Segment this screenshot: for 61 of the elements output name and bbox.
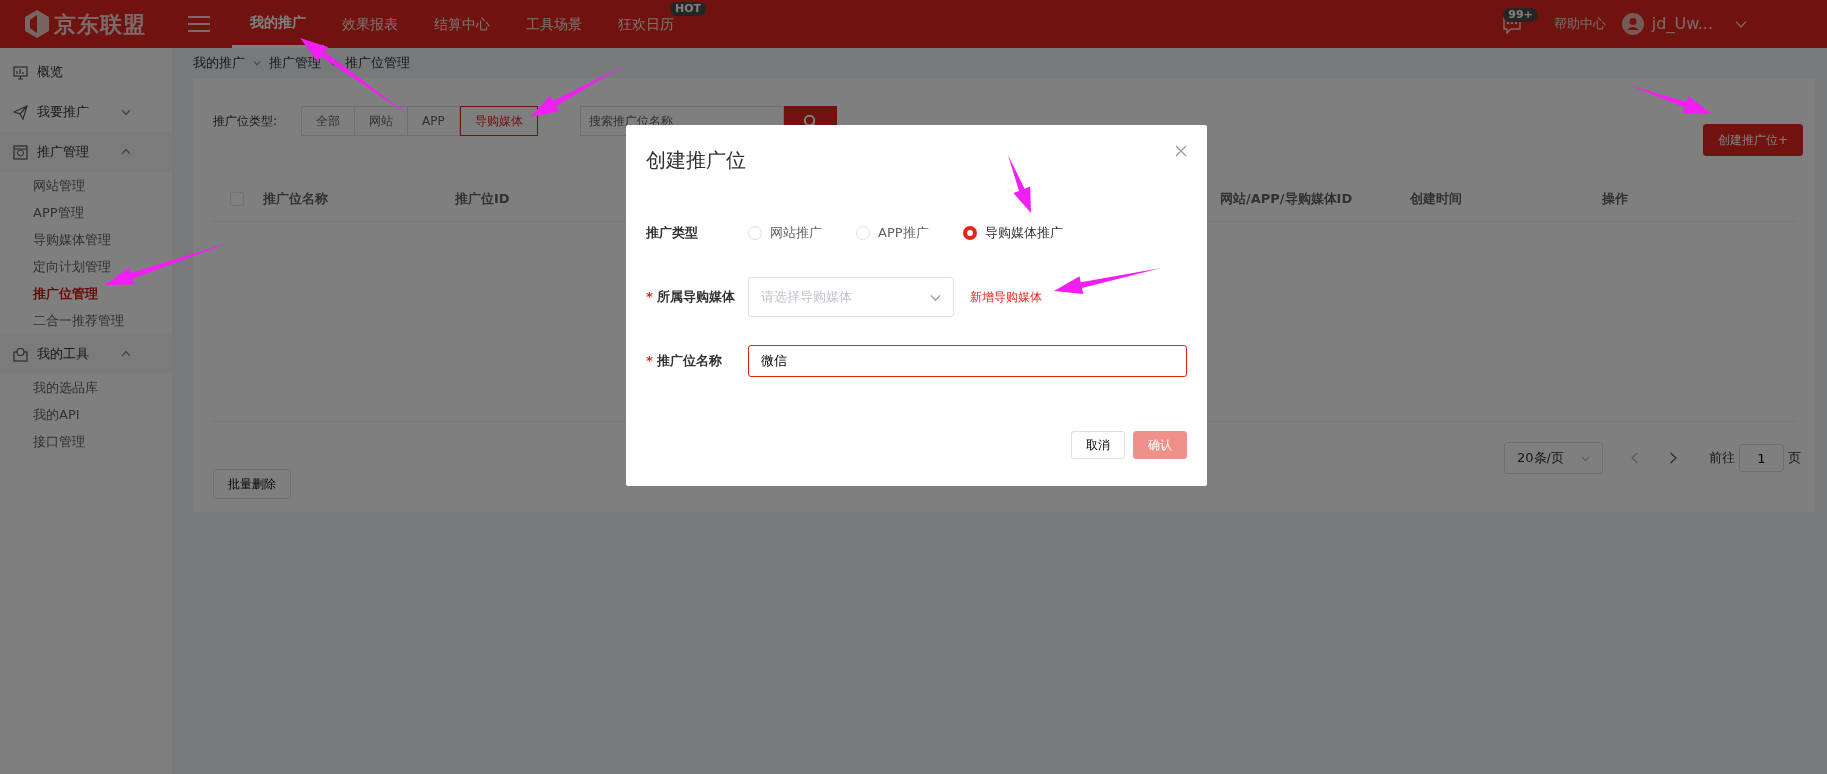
radio-option[interactable]: 网站推广 xyxy=(748,223,822,243)
radio-option[interactable]: 导购媒体推广 xyxy=(962,223,1063,243)
page-input[interactable]: 1 xyxy=(1739,444,1784,472)
column-header: 推广位名称 xyxy=(263,189,328,208)
menu-icon[interactable] xyxy=(188,15,210,33)
avatar-icon[interactable] xyxy=(1621,13,1644,35)
previous-page-icon xyxy=(1629,452,1641,464)
caret-icon xyxy=(1735,18,1747,30)
select-field[interactable]: 请选择导购媒体 xyxy=(748,277,954,317)
sidebar-item[interactable]: 我的API xyxy=(0,401,172,428)
required-mark: * xyxy=(646,352,653,371)
text-field[interactable]: 微信 xyxy=(748,345,1187,377)
paper-plane-icon xyxy=(13,104,28,120)
logo-text: 京东联盟 xyxy=(54,10,146,39)
dialog-button[interactable]: 取消 xyxy=(1071,431,1125,459)
column-header: 创建时间 xyxy=(1410,189,1462,208)
message-badge: 99+ xyxy=(1503,8,1538,22)
help-link[interactable]: 帮助中心 xyxy=(1553,14,1606,34)
breadcrumb-item[interactable]: 我的推广 xyxy=(193,53,245,73)
radio-option[interactable]: APP推广 xyxy=(856,223,929,243)
sidebar-item[interactable]: 接口管理 xyxy=(0,428,172,455)
dialog-title: 创建推广位 xyxy=(646,147,746,174)
filter-tab[interactable]: APP xyxy=(408,106,460,136)
sidebar-group[interactable]: 我的工具 xyxy=(0,334,172,374)
filter-label: 推广位类型: xyxy=(213,113,278,130)
annotation-arrow xyxy=(1008,155,1031,213)
field-label: 推广类型 xyxy=(646,224,698,243)
profile-icon xyxy=(13,346,28,362)
sidebar-group[interactable]: 推广管理 xyxy=(0,132,172,172)
add-media-link[interactable]: 新增导购媒体 xyxy=(970,288,1042,306)
create-button[interactable]: 创建推广位+ xyxy=(1702,124,1803,156)
panel-icon xyxy=(13,144,28,160)
sidebar-group[interactable]: 概览 xyxy=(0,52,172,92)
nav-tab[interactable]: 结算中心 xyxy=(416,0,508,48)
sidebar-item[interactable]: 我的选品库 xyxy=(0,374,172,401)
chevron-icon xyxy=(1581,453,1590,463)
filter-tab[interactable]: 全部 xyxy=(301,106,356,136)
page-size-select[interactable]: 20条/页 xyxy=(1504,442,1603,474)
breadcrumb-separator-icon xyxy=(253,59,261,67)
column-header: 操作 xyxy=(1602,189,1628,208)
monitor-icon xyxy=(13,64,28,80)
user-name[interactable]: jd_Uw... xyxy=(1651,12,1713,36)
required-mark: * xyxy=(646,288,653,307)
close-icon[interactable] xyxy=(1175,145,1187,157)
filter-tab[interactable]: 导购媒体 xyxy=(459,106,538,136)
field-label: 推广位名称 xyxy=(656,352,722,371)
filter-tab[interactable]: 网站 xyxy=(355,106,409,136)
sidebar-item[interactable]: APP管理 xyxy=(0,199,172,226)
sidebar-group[interactable]: 我要推广 xyxy=(0,92,172,132)
goto-label: 前往 xyxy=(1709,449,1735,468)
page-suffix: 页 xyxy=(1788,449,1801,468)
field-label: 所属导购媒体 xyxy=(656,288,735,307)
sidebar-item[interactable]: 网站管理 xyxy=(0,172,172,199)
nav-tab[interactable]: 工具场景 xyxy=(508,0,600,48)
next-page-icon xyxy=(1667,452,1679,464)
breadcrumb-item[interactable]: 推广位管理 xyxy=(345,53,410,73)
hot-badge: HOT xyxy=(669,2,706,16)
column-header: 网站/APP/导购媒体ID xyxy=(1220,189,1353,208)
column-header: 推广位ID xyxy=(455,189,510,208)
bulk-delete-button[interactable]: 批量删除 xyxy=(213,469,291,499)
logo-icon xyxy=(24,9,50,39)
